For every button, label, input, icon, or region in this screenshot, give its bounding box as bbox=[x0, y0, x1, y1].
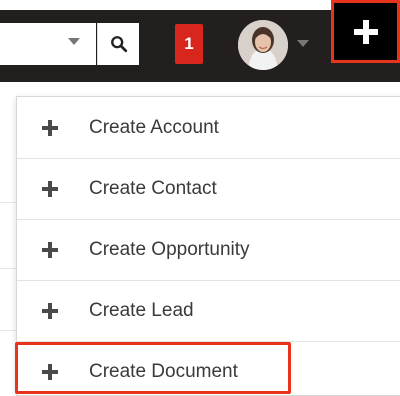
create-button[interactable] bbox=[331, 0, 400, 63]
search-icon bbox=[110, 36, 127, 53]
menu-item-label: Create Opportunity bbox=[89, 238, 250, 260]
notification-count: 1 bbox=[184, 34, 194, 53]
menu-item-label: Create Account bbox=[89, 116, 219, 138]
avatar[interactable] bbox=[238, 20, 288, 70]
chevron-down-icon[interactable] bbox=[297, 40, 309, 47]
plus-icon bbox=[42, 119, 58, 136]
plus-icon bbox=[42, 363, 58, 380]
create-menu: Create Account Create Contact Create Opp… bbox=[16, 96, 400, 396]
plus-icon bbox=[42, 241, 58, 258]
search-button[interactable] bbox=[97, 23, 139, 65]
plus-icon bbox=[42, 180, 58, 197]
menu-item-label: Create Contact bbox=[89, 177, 217, 199]
create-document-item[interactable]: Create Document bbox=[17, 341, 400, 396]
plus-icon bbox=[42, 302, 58, 319]
create-account-item[interactable]: Create Account bbox=[17, 97, 400, 158]
menu-item-label: Create Document bbox=[89, 360, 238, 382]
search-input[interactable] bbox=[0, 23, 96, 65]
chevron-down-icon[interactable] bbox=[68, 38, 80, 45]
notification-badge[interactable]: 1 bbox=[175, 24, 203, 64]
create-contact-item[interactable]: Create Contact bbox=[17, 158, 400, 219]
plus-icon bbox=[353, 19, 378, 44]
create-lead-item[interactable]: Create Lead bbox=[17, 280, 400, 341]
menu-item-label: Create Lead bbox=[89, 299, 194, 321]
create-opportunity-item[interactable]: Create Opportunity bbox=[17, 219, 400, 280]
background-list-edge bbox=[0, 82, 16, 396]
user-avatar-image bbox=[238, 20, 288, 70]
